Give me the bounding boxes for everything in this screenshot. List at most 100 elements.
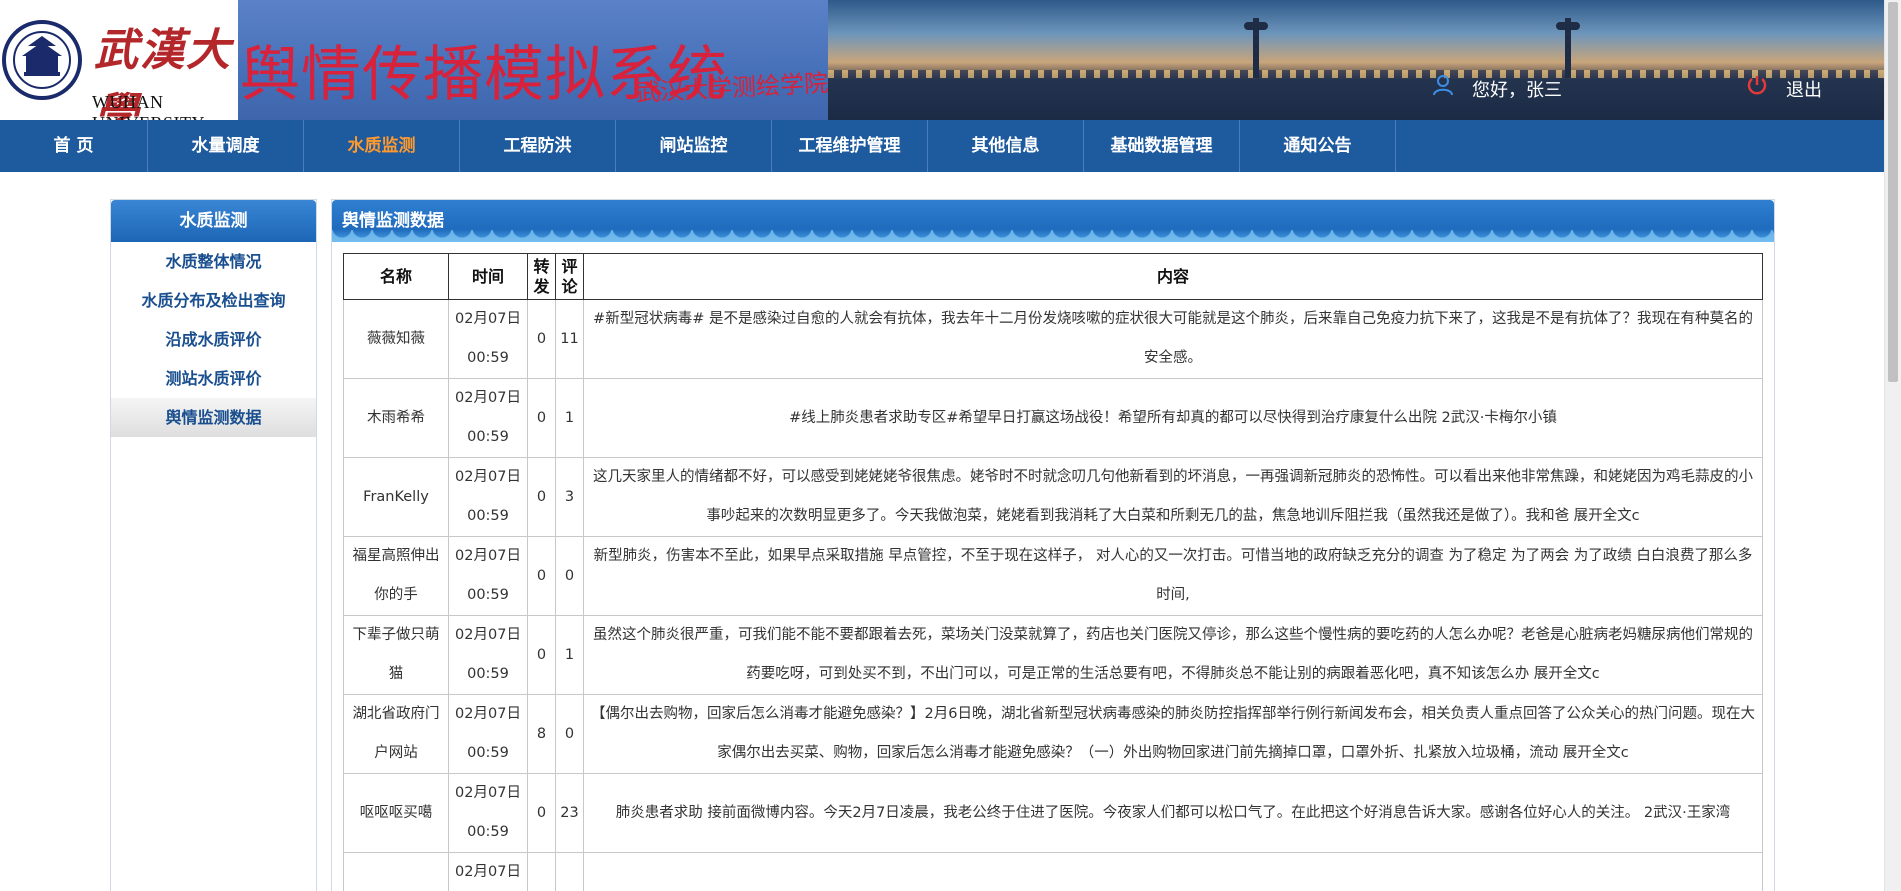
cell-content: #线上肺炎患者求助专区#希望早日打赢这场战役！希望所有却真的都可以尽快得到治疗康… [583, 378, 1763, 458]
cell-date: 02月07日 [455, 548, 521, 564]
cell-clock: 00:59 [467, 587, 509, 603]
nav-item-gate-monitoring[interactable]: 闸站监控 [616, 120, 772, 172]
cell-name: 木雨希希 [343, 378, 449, 458]
cell-content: 【偶尔出去购物，回家后怎么消毒才能避免感染？】2月6日晚，湖北省新型冠状病毒感染… [583, 694, 1763, 774]
cell-name: 湖北省政府门户网站 [343, 694, 449, 774]
main-nav: 首 页 水量调度 水质监测 工程防洪 闸站监控 工程维护管理 其他信息 基础数据… [0, 120, 1895, 172]
table-row: FranKelly 02月07日 00:59 0 3 这几天家里人的情绪都不好，可… [343, 457, 1763, 537]
column-header-content: 内容 [583, 253, 1763, 300]
cell-comment [555, 852, 584, 891]
cell-forward: 0 [527, 378, 556, 458]
cell-forward [527, 852, 556, 891]
cell-clock: 00:59 [467, 508, 509, 524]
cell-content: 虽然这个肺炎很严重，可我们能不能不要都跟着去死，菜场关门没菜就算了，药店也关门医… [583, 615, 1763, 695]
cell-time: 02月07日 00:59 [448, 457, 528, 537]
cell-date: 02月07日 [455, 706, 521, 722]
table-header-row: 名称 时间 转发 评论 内容 [343, 253, 1763, 300]
cell-time: 02月07日 00:59 [448, 378, 528, 458]
wave-decoration [332, 230, 1774, 242]
user-icon [1433, 75, 1453, 96]
sidebar-item-opinion-data[interactable]: 舆情监测数据 [111, 398, 316, 437]
nav-item-base-data[interactable]: 基础数据管理 [1084, 120, 1240, 172]
column-header-name: 名称 [343, 253, 449, 300]
cell-content [583, 852, 1763, 891]
column-header-forward: 转发 [527, 253, 556, 300]
logout-link[interactable]: 退出 [1786, 76, 1822, 102]
table-row: 湖北省政府门户网站 02月07日 00:59 8 0 【偶尔出去购物，回家后怎么消… [343, 694, 1763, 774]
cell-comment: 1 [555, 615, 584, 695]
column-header-time: 时间 [448, 253, 528, 300]
cell-time: 02月07日 00:59 [448, 536, 528, 616]
tower-top-icon [1244, 22, 1268, 30]
city-scenery-image [828, 0, 1895, 120]
cell-time: 02月07日 00:59 [448, 615, 528, 695]
cell-comment: 0 [555, 536, 584, 616]
cell-comment: 1 [555, 378, 584, 458]
cell-comment: 0 [555, 694, 584, 774]
cell-clock: 00:59 [467, 824, 509, 840]
university-seal-icon [2, 20, 82, 100]
cell-time: 02月07日 00:59 [448, 773, 528, 853]
table-row: 02月07日 [343, 852, 1763, 891]
cell-name [343, 852, 449, 891]
cell-clock: 00:59 [467, 429, 509, 445]
cell-forward: 8 [527, 694, 556, 774]
cell-clock: 00:59 [467, 350, 509, 366]
sidebar-item-route-evaluation[interactable]: 沿成水质评价 [111, 320, 316, 359]
panel-title: 舆情监测数据 [342, 211, 444, 231]
cell-forward: 0 [527, 615, 556, 695]
nav-item-flood-control[interactable]: 工程防洪 [460, 120, 616, 172]
nav-item-water-dispatch[interactable]: 水量调度 [148, 120, 304, 172]
cell-date: 02月07日 [455, 627, 521, 643]
logo-english-text: WUHAN UNIVERSITY [92, 92, 205, 120]
nav-item-notices[interactable]: 通知公告 [1240, 120, 1396, 172]
opinion-data-table: 名称 时间 转发 评论 内容 薇薇知薇 02月07日 00:59 0 1 1 #新型… [343, 253, 1763, 891]
power-icon[interactable] [1746, 74, 1768, 96]
cell-forward: 0 [527, 299, 556, 379]
university-logo: 武漢大學 WUHAN UNIVERSITY [0, 0, 238, 120]
sidebar-item-station-evaluation[interactable]: 测站水质评价 [111, 359, 316, 398]
cell-name: 下辈子做只萌猫 [343, 615, 449, 695]
cell-time: 02月07日 00:59 [448, 299, 528, 379]
cell-date: 02月07日 [455, 390, 521, 406]
cell-name: FranKelly [343, 457, 449, 537]
cell-name: 福星高照伸出你的手 [343, 536, 449, 616]
nav-item-maintenance[interactable]: 工程维护管理 [772, 120, 928, 172]
cell-comment: 23 [555, 773, 584, 853]
cell-forward: 0 [527, 536, 556, 616]
tower-top-icon [1556, 22, 1580, 30]
scenery-lights [828, 70, 1895, 78]
page-scrollbar[interactable] [1884, 0, 1901, 891]
main-panel: 舆情监测数据 名称 时间 转发 评论 内容 薇薇知薇 02月07日 00:59 0… [331, 199, 1775, 891]
cell-name: 呕呕呕买噶 [343, 773, 449, 853]
sidebar: 水质监测 水质整体情况 水质分布及检出查询 沿成水质评价 测站水质评价 舆情监测… [110, 199, 317, 891]
cell-clock: 00:59 [467, 666, 509, 682]
panel-header: 舆情监测数据 [332, 200, 1774, 242]
cell-content: 这几天家里人的情绪都不好，可以感受到姥姥姥爷很焦虑。姥爷时不时就念叨几句他新看到… [583, 457, 1763, 537]
cell-time: 02月07日 00:59 [448, 694, 528, 774]
cell-content: 新型肺炎，伤害本不至此，如果早点采取措施 早点管控，不至于现在这样子， 对人心的… [583, 536, 1763, 616]
cell-comment: 3 [555, 457, 584, 537]
nav-item-water-quality[interactable]: 水质监测 [304, 120, 460, 172]
table-row: 薇薇知薇 02月07日 00:59 0 11 #新型冠状病毒# 是不是感染过自愈的… [343, 299, 1763, 379]
table-row: 福星高照伸出你的手 02月07日 00:59 0 0 新型肺炎，伤害本不至此，如果… [343, 536, 1763, 616]
sidebar-item-distribution-query[interactable]: 水质分布及检出查询 [111, 281, 316, 320]
cell-date: 02月07日 [455, 785, 521, 801]
table-row: 呕呕呕买噶 02月07日 00:59 0 23 肺炎患者求助 接前面微博内容。今天… [343, 773, 1763, 853]
cell-date: 02月07日 [455, 864, 521, 880]
user-greeting: 您好，张三 [1472, 80, 1562, 101]
column-header-comment: 评论 [555, 253, 584, 300]
scrollbar-thumb[interactable] [1888, 2, 1898, 382]
table-row: 木雨希希 02月07日 00:59 0 1 #线上肺炎患者求助专区#希望早日打赢这… [343, 378, 1763, 458]
cell-date: 02月07日 [455, 311, 521, 327]
cell-name: 薇薇知薇 [343, 299, 449, 379]
table-row: 下辈子做只萌猫 02月07日 00:59 0 1 虽然这个肺炎很严重，可我们能不能… [343, 615, 1763, 695]
nav-item-other-info[interactable]: 其他信息 [928, 120, 1084, 172]
cell-forward: 0 [527, 457, 556, 537]
cell-content: 肺炎患者求助 接前面微博内容。今天2月7日凌晨，我老公终于住进了医院。今夜家人们… [583, 773, 1763, 853]
sidebar-item-overall[interactable]: 水质整体情况 [111, 242, 316, 281]
cell-content: #新型冠状病毒# 是不是感染过自愈的人就会有抗体，我去年十二月份发烧咳嗽的症状很… [583, 299, 1763, 379]
nav-item-home[interactable]: 首 页 [0, 120, 148, 172]
header-banner: 武漢大學 WUHAN UNIVERSITY 舆情传播模拟系统 武汉大学测绘学院 … [0, 0, 1895, 120]
cell-date: 02月07日 [455, 469, 521, 485]
